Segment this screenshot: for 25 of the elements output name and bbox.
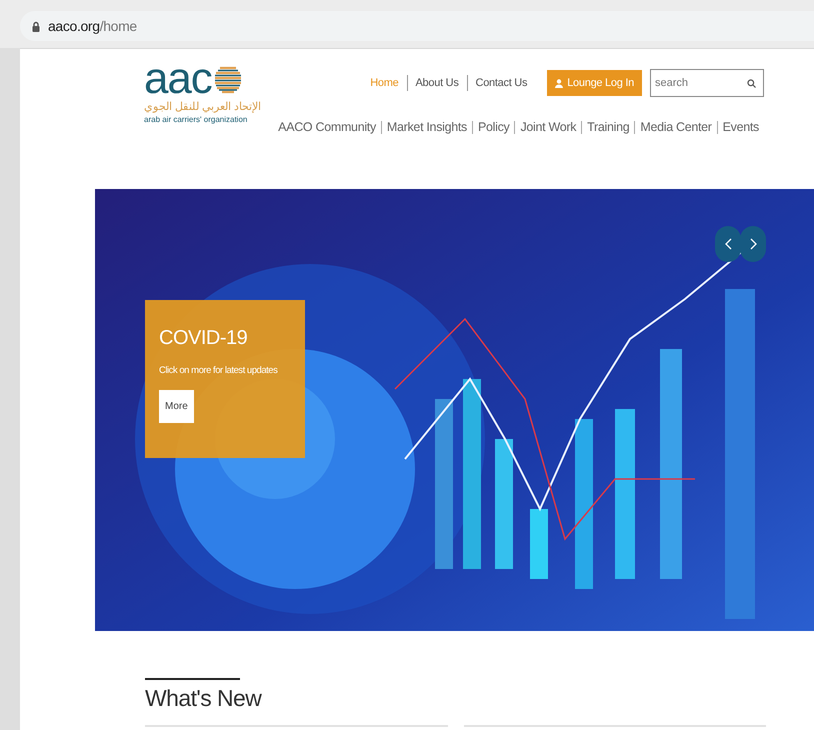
main-nav-link[interactable]: AACO Community: [273, 121, 381, 134]
section-heading: What's New: [145, 684, 263, 713]
main-nav-link[interactable]: Policy: [472, 121, 514, 134]
card-text: Click on more for latest updates: [159, 364, 278, 378]
search-field[interactable]: search: [650, 69, 764, 97]
more-button[interactable]: More: [159, 390, 194, 423]
logo-wordmark: aac: [144, 57, 212, 101]
main-nav-link[interactable]: Joint Work: [514, 121, 582, 134]
logo-arabic-text: الإتحاد العربي للنقل الجوي: [144, 101, 262, 115]
top-nav-link[interactable]: About Us: [406, 74, 467, 92]
striped-globe-icon: [214, 64, 242, 94]
search-icon: [747, 79, 756, 88]
main-nav-link[interactable]: Events: [716, 121, 764, 134]
url-text: aaco.org/home: [48, 16, 137, 36]
chevron-right-icon: [750, 238, 756, 250]
main-nav-link[interactable]: Market Insights: [380, 121, 472, 134]
top-nav-link[interactable]: Contact Us: [466, 74, 536, 92]
main-nav-link[interactable]: Training: [581, 121, 634, 134]
main-nav-link[interactable]: Media Center: [634, 121, 717, 134]
person-icon: [555, 78, 564, 88]
lock-icon: [32, 20, 40, 32]
card-title: COVID-19: [159, 328, 248, 348]
chevron-left-icon: [724, 238, 732, 250]
logo-english-text: arab air carriers' organization: [144, 114, 248, 125]
address-bar[interactable]: aaco.org/home: [20, 11, 814, 41]
